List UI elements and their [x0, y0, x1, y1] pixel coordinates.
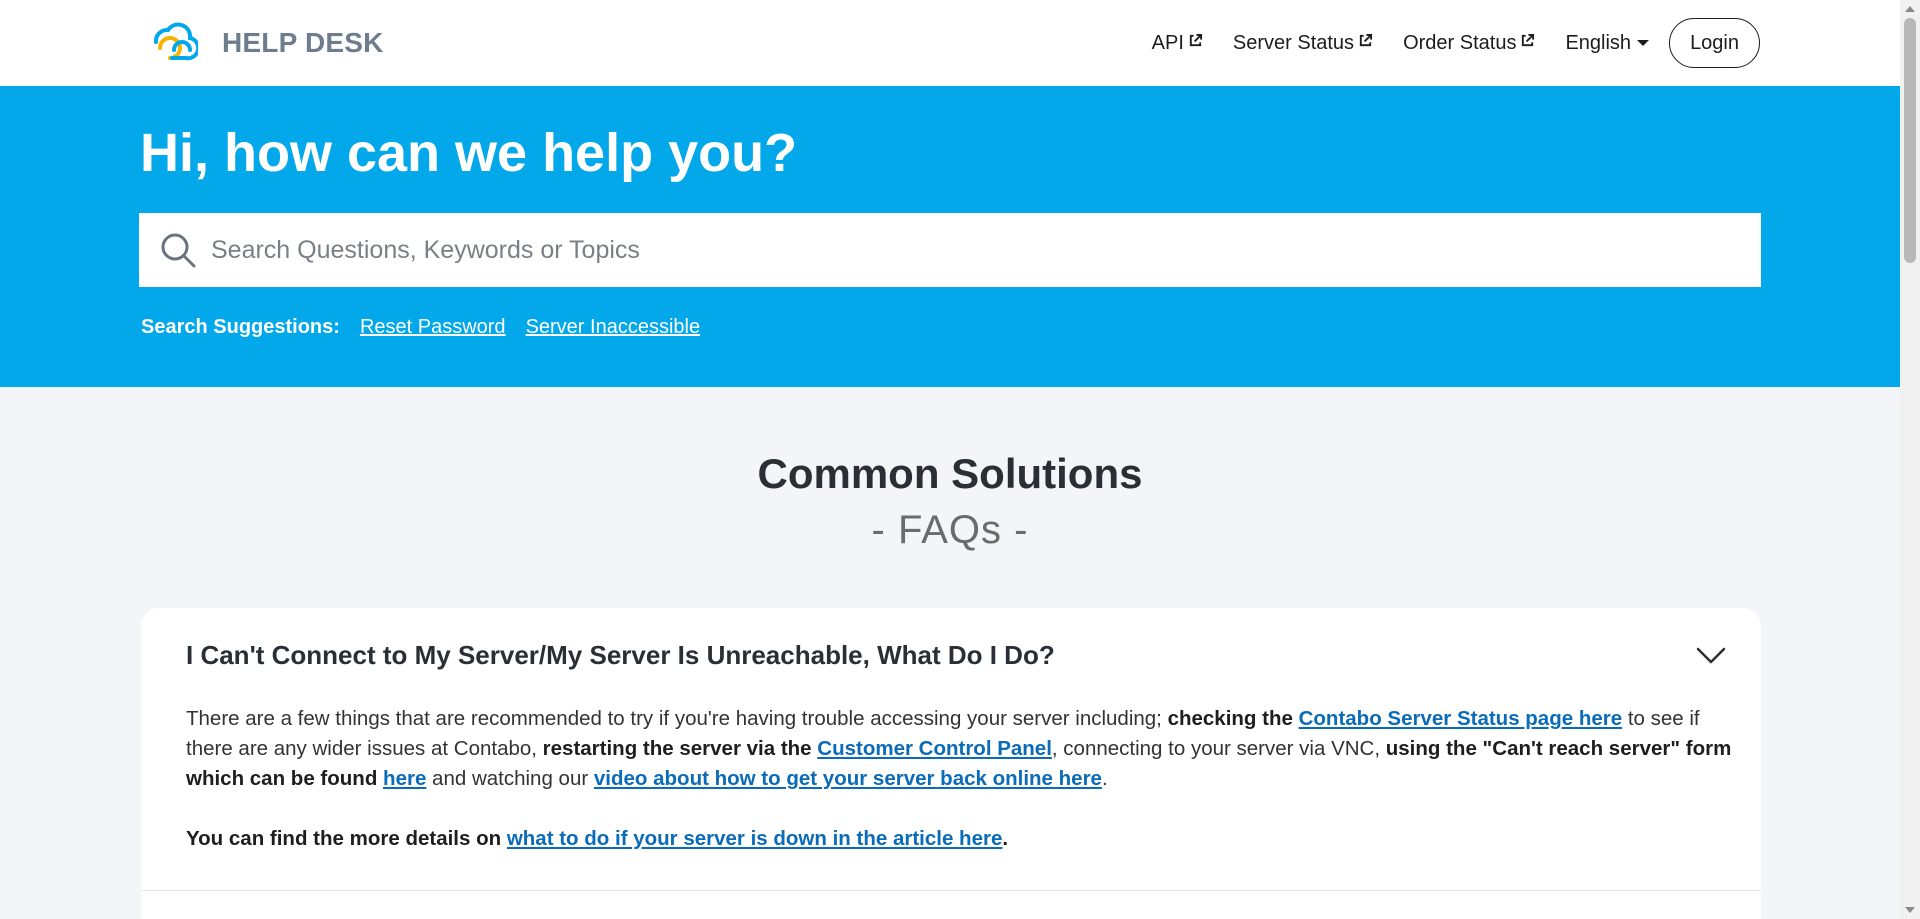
- language-label: English: [1565, 31, 1632, 54]
- nav-link-label: Order Status: [1403, 31, 1517, 54]
- cloud-logo-icon: [153, 22, 198, 61]
- faq-answer: There are a few things that are recommen…: [186, 704, 1736, 854]
- main-nav: API Server Status Order Status English L…: [1152, 17, 1760, 69]
- scroll-thumb[interactable]: [1904, 18, 1916, 263]
- section-subtitle: - FAQs -: [871, 508, 1029, 552]
- nav-link-label: API: [1151, 31, 1184, 54]
- scroll-down-arrow-icon[interactable]: [1905, 907, 1915, 913]
- section-title: Common Solutions: [757, 450, 1143, 497]
- answer-bold-text: restarting the server via the: [542, 737, 818, 760]
- nav-link-label: Server Status: [1232, 31, 1355, 54]
- search-input[interactable]: [209, 234, 1713, 266]
- page-scrollbar[interactable]: [1900, 0, 1920, 919]
- scroll-up-arrow-icon[interactable]: [1905, 6, 1915, 12]
- nav-link-api[interactable]: API: [1152, 32, 1203, 55]
- hero-banner: Hi, how can we help you? Search Suggesti…: [0, 86, 1900, 387]
- suggestion-reset-password[interactable]: Reset Password: [360, 316, 506, 339]
- answer-bold-text: You can find the more details on: [186, 827, 507, 850]
- brand-name: HELP DESK: [222, 27, 384, 58]
- server-status-link[interactable]: Contabo Server Status page here: [1299, 707, 1623, 730]
- answer-text: and watching our: [426, 767, 594, 790]
- login-button[interactable]: Login: [1669, 18, 1760, 68]
- chevron-up-icon[interactable]: [1696, 647, 1726, 665]
- search-box[interactable]: [139, 213, 1761, 287]
- search-suggestions: Search Suggestions: Reset Password Serve…: [141, 316, 720, 339]
- language-dropdown[interactable]: English: [1565, 31, 1650, 55]
- faq-question: I Can't Connect to My Server/My Server I…: [186, 640, 1055, 670]
- suggestions-label: Search Suggestions:: [141, 316, 340, 338]
- top-navbar: HELP DESK API Server Status Order Status: [0, 0, 1900, 87]
- answer-bold-text: checking the: [1167, 707, 1299, 730]
- external-link-icon: [1189, 33, 1202, 46]
- faq-item-header[interactable]: I Can't Connect to My Server/My Server I…: [186, 640, 1726, 671]
- suggestion-server-inaccessible[interactable]: Server Inaccessible: [526, 316, 701, 339]
- faq-card: I Can't Connect to My Server/My Server I…: [141, 608, 1761, 919]
- answer-text: There are a few things that are recommen…: [186, 707, 1168, 730]
- page: HELP DESK API Server Status Order Status: [0, 0, 1920, 919]
- caret-down-icon: [1637, 40, 1650, 46]
- hero-title: Hi, how can we help you?: [140, 123, 798, 183]
- faq-answer-paragraph: You can find the more details on what to…: [186, 824, 1736, 854]
- nav-link-order-status[interactable]: Order Status: [1403, 32, 1535, 55]
- brand[interactable]: HELP DESK: [146, 20, 384, 66]
- server-down-article-link[interactable]: what to do if your server is down in the…: [507, 827, 1003, 850]
- server-online-video-link[interactable]: video about how to get your server back …: [594, 767, 1102, 790]
- answer-bold-text: .: [1002, 827, 1009, 850]
- faq-divider: [141, 890, 1761, 891]
- cant-reach-server-form-link[interactable]: here: [383, 767, 426, 790]
- external-link-icon: [1359, 33, 1373, 46]
- answer-text: , connecting to your server via VNC,: [1051, 737, 1386, 760]
- search-icon: [161, 233, 196, 268]
- customer-control-panel-link[interactable]: Customer Control Panel: [817, 737, 1052, 760]
- external-link-icon: [1522, 33, 1535, 46]
- answer-text: .: [1101, 767, 1108, 790]
- faq-answer-paragraph: There are a few things that are recommen…: [186, 704, 1736, 794]
- nav-link-server-status[interactable]: Server Status: [1233, 32, 1373, 55]
